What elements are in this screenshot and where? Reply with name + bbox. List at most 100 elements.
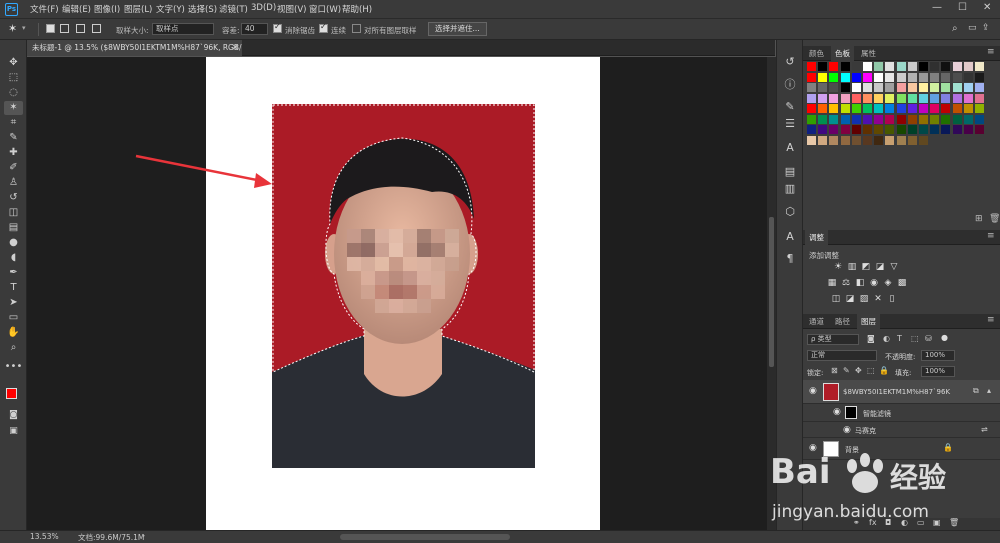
color-swatch[interactable] [907, 83, 917, 92]
subtract-selection-icon[interactable] [76, 24, 85, 33]
color-swatch[interactable] [807, 104, 816, 113]
panel-menu-icon[interactable]: ≡ [987, 47, 995, 57]
color-swatch[interactable] [829, 135, 839, 145]
color-swatch[interactable] [952, 83, 962, 92]
collapse-arrow-icon[interactable]: ▴ [987, 386, 991, 395]
delete-swatch-icon[interactable]: 🗑 [989, 214, 1000, 224]
color-swatch[interactable] [963, 62, 973, 71]
adjustment-icon[interactable]: ▽ [889, 262, 899, 272]
color-swatch[interactable] [885, 125, 895, 134]
zoom-level[interactable]: 13.53% [30, 532, 59, 541]
color-swatch[interactable] [930, 93, 940, 103]
color-swatch[interactable] [963, 114, 973, 124]
menu-filter[interactable]: 滤镜(T) [219, 3, 248, 15]
adjustment-icon[interactable]: ☀ [833, 262, 843, 272]
tab-layers[interactable]: 图层 [857, 314, 880, 329]
color-swatch[interactable] [896, 135, 906, 145]
lock-position-icon[interactable]: ✥ [855, 366, 862, 375]
color-swatch[interactable] [863, 135, 872, 145]
info-icon[interactable]: ⓘ [782, 78, 798, 92]
lock-paint-icon[interactable]: ✎ [843, 366, 850, 375]
color-swatch[interactable] [919, 114, 928, 124]
magic-wand-icon[interactable]: ✶ [8, 22, 17, 35]
color-swatch[interactable] [840, 93, 850, 103]
color-swatch[interactable] [840, 104, 850, 113]
color-swatch[interactable] [874, 62, 884, 71]
history-brush-tool-icon[interactable]: ↺ [4, 191, 23, 205]
color-swatch[interactable] [829, 72, 839, 82]
brush-tool-icon[interactable]: ✐ [4, 161, 23, 175]
color-swatch[interactable] [851, 93, 861, 103]
menu-edit[interactable]: 编辑(E) [62, 3, 91, 15]
color-swatch[interactable] [952, 62, 962, 71]
color-swatch[interactable] [885, 83, 895, 92]
horizontal-scrollbar[interactable] [340, 534, 510, 540]
foreground-color-swatch[interactable] [6, 388, 17, 399]
color-swatch[interactable] [863, 62, 872, 71]
color-swatch[interactable] [896, 62, 906, 71]
status-arrow-icon[interactable]: › [142, 531, 145, 540]
color-swatch[interactable] [896, 72, 906, 82]
color-swatch[interactable] [963, 125, 973, 134]
healing-brush-tool-icon[interactable]: ✚ [4, 146, 23, 160]
color-swatch[interactable] [975, 93, 984, 103]
color-swatch[interactable] [930, 72, 940, 82]
document-tab[interactable]: 未标题-1 @ 13.5% ($8WBY50I1EKTM1M%H87`96K, … [27, 40, 242, 56]
adjustment-icon[interactable]: ▩ [897, 278, 907, 288]
color-swatch[interactable] [874, 104, 884, 113]
color-swatch[interactable] [829, 83, 839, 92]
adjustment-icon[interactable]: ◪ [845, 294, 855, 304]
history-icon[interactable]: ↺ [782, 55, 798, 69]
color-swatch[interactable] [840, 62, 850, 71]
color-swatch[interactable] [952, 104, 962, 113]
filter-smart-object-icon[interactable]: ⛁ [925, 334, 932, 343]
pen-tool-icon[interactable]: ✒ [4, 266, 23, 280]
layer-row[interactable]: ◉ 马赛克 ⇌ [803, 422, 1000, 438]
adjustment-icon[interactable]: ▯ [887, 294, 897, 304]
adjustment-icon[interactable]: ◉ [869, 278, 879, 288]
color-swatch[interactable] [907, 104, 917, 113]
color-swatch[interactable] [807, 72, 816, 82]
filter-toggle-icon[interactable]: ● [941, 333, 948, 342]
color-swatch[interactable] [952, 125, 962, 134]
clone-source-icon[interactable]: ▤ [782, 165, 798, 179]
color-swatch[interactable] [907, 114, 917, 124]
visibility-eye-icon[interactable]: ◉ [833, 407, 841, 417]
close-window-button[interactable]: ✕ [983, 2, 991, 13]
menu-image[interactable]: 图像(I) [94, 3, 120, 15]
filter-shape-icon[interactable]: ⬚ [911, 334, 919, 343]
color-swatch[interactable] [941, 72, 951, 82]
gradient-tool-icon[interactable]: ▤ [4, 221, 23, 235]
color-swatch[interactable] [952, 114, 962, 124]
menu-view[interactable]: 视图(V) [277, 3, 306, 15]
color-swatch[interactable] [963, 72, 973, 82]
visibility-eye-icon[interactable]: ◉ [843, 425, 851, 435]
adjustment-icon[interactable]: ◈ [883, 278, 893, 288]
color-swatch[interactable] [840, 125, 850, 134]
blur-tool-icon[interactable]: ● [4, 236, 23, 250]
color-swatch[interactable] [818, 72, 828, 82]
select-and-mask-button[interactable]: 选择并遮住... [428, 22, 487, 36]
blend-mode-select[interactable]: 正常 [807, 350, 877, 361]
color-swatch[interactable] [818, 135, 828, 145]
color-swatch[interactable] [885, 72, 895, 82]
adjustment-icon[interactable]: ▥ [847, 262, 857, 272]
color-swatch[interactable] [818, 104, 828, 113]
layer-kind-filter[interactable]: ρ 类型 [807, 334, 859, 345]
color-swatch[interactable] [840, 72, 850, 82]
color-swatch[interactable] [818, 125, 828, 134]
color-swatch[interactable] [840, 83, 850, 92]
intersect-selection-icon[interactable] [92, 24, 101, 33]
color-swatch[interactable] [941, 83, 951, 92]
tool-preset-chevron-icon[interactable]: ▾ [22, 24, 26, 32]
minimize-button[interactable]: — [932, 2, 942, 13]
tab-color[interactable]: 颜色 [805, 46, 828, 61]
menu-layer[interactable]: 图层(L) [124, 3, 152, 15]
color-swatch[interactable] [818, 83, 828, 92]
filter-options-icon[interactable]: ⇌ [981, 425, 988, 434]
new-swatch-icon[interactable]: ⊞ [975, 214, 983, 224]
sample-size-select[interactable]: 取样点 [152, 23, 214, 35]
workspace-icon[interactable]: ▭ [968, 23, 977, 33]
opacity-input[interactable]: 100% [921, 350, 955, 361]
mosaic-filter-label[interactable]: 马赛克 [855, 426, 876, 436]
